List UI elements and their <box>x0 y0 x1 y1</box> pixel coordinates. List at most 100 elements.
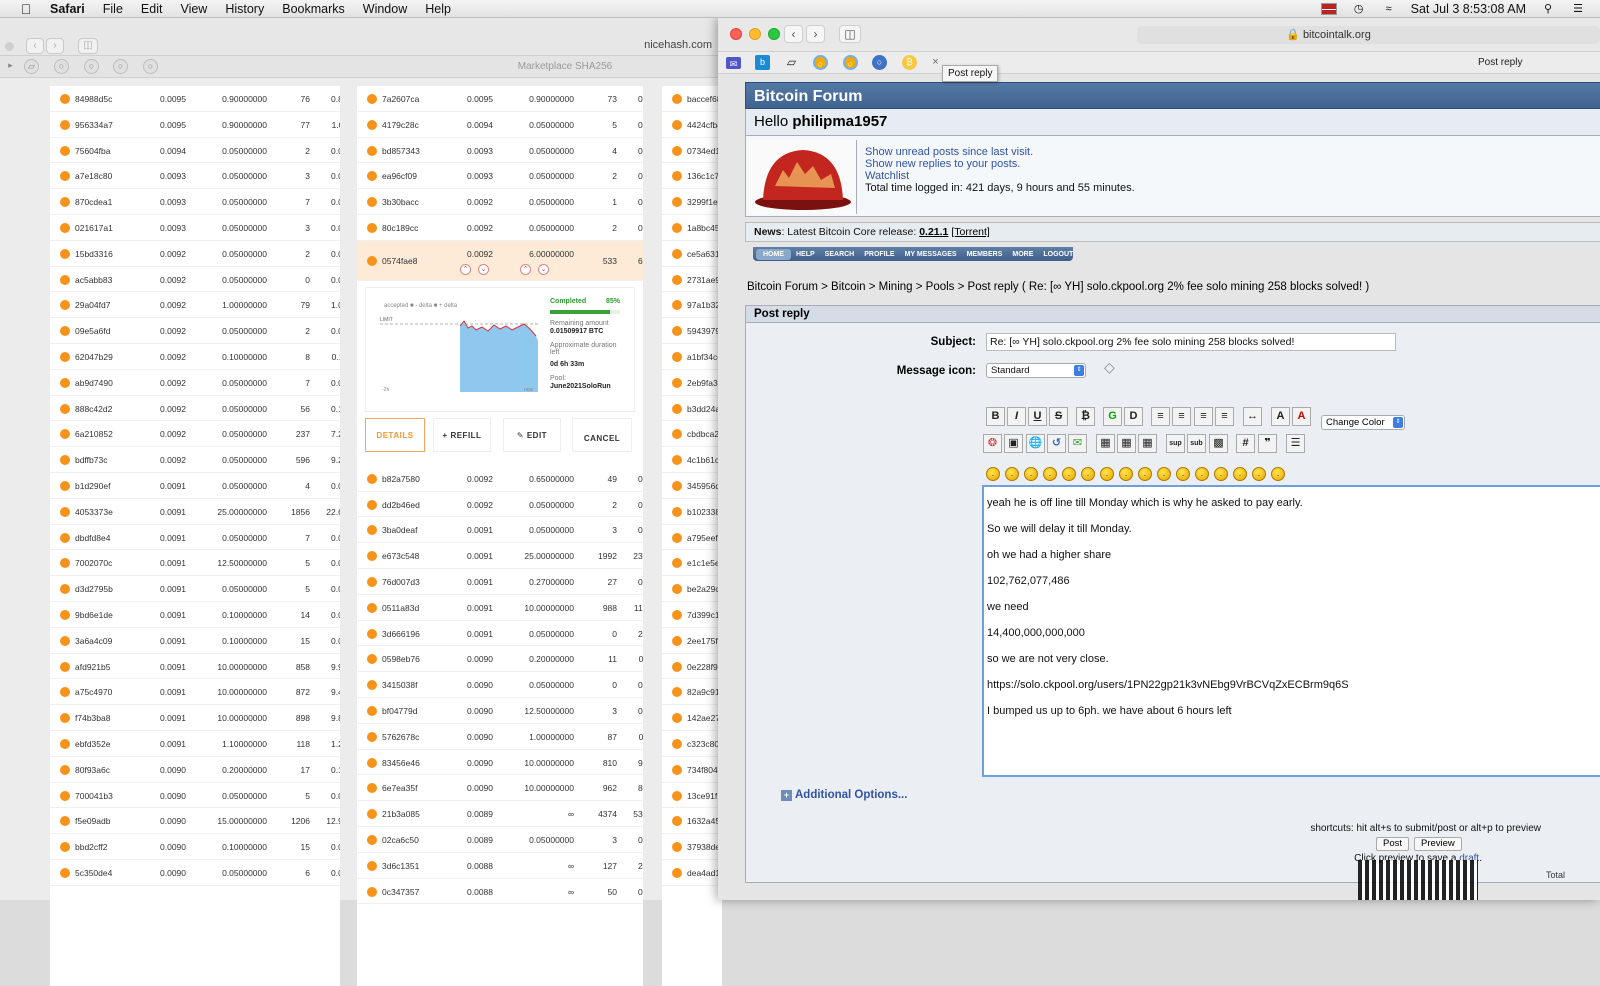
menu-app[interactable]: Safari <box>50 2 85 16</box>
order-row[interactable]: 142ae272 <box>662 705 722 731</box>
order-row[interactable]: 3415038f 0.0090 0.05000000 0 0.0215 <box>357 672 643 698</box>
nav-search[interactable]: SEARCH <box>820 251 860 258</box>
menu-view[interactable]: View <box>180 2 207 16</box>
mail-favorite-icon[interactable]: ✉ <box>726 57 741 69</box>
post-button[interactable]: Post <box>1376 837 1410 851</box>
order-row[interactable]: bd857343 0.0093 0.05000000 4 0.0206 <box>357 138 643 164</box>
code-icon[interactable]: # <box>1236 434 1255 453</box>
order-row[interactable]: cbdbca2b <box>662 421 722 448</box>
order-row[interactable]: 0598eb76 0.0090 0.20000000 11 0.1156 <box>357 646 643 673</box>
order-row[interactable]: 5c350de4 0.0090 0.05000000 6 0.0503 <box>50 860 340 886</box>
order-row[interactable]: ea96cf09 0.0093 0.05000000 2 0.0550 <box>357 163 643 190</box>
spotlight-search-icon[interactable]: ⚲ <box>1540 3 1556 15</box>
order-row[interactable]: 76d007d3 0.0091 0.27000000 27 0.1631 <box>357 569 643 595</box>
time-machine-icon[interactable]: ◷ <box>1351 3 1367 15</box>
font-color-icon[interactable]: A <box>1292 407 1311 426</box>
order-row[interactable]: 6a210852 0.0092 0.05000000 237 7.2621 <box>50 421 340 448</box>
lock-favorite-icon[interactable]: ▱ <box>784 55 799 70</box>
table-row-icon[interactable]: ▦ <box>1117 434 1136 453</box>
forward-button-inactive[interactable]: › <box>46 38 64 54</box>
nav-my-messages[interactable]: MY MESSAGES <box>900 251 962 258</box>
email-icon[interactable]: ✉ <box>1068 434 1087 453</box>
shadow-icon[interactable]: D <box>1124 407 1143 426</box>
favorite-icon[interactable]: ○ <box>113 59 128 74</box>
align-right-icon[interactable]: ≡ <box>1215 407 1234 426</box>
order-row[interactable]: b1023385 <box>662 499 722 525</box>
menu-file[interactable]: File <box>103 2 123 16</box>
back-button[interactable]: ‹ <box>784 25 803 43</box>
lock-icon[interactable]: ▱ <box>24 59 39 74</box>
order-row[interactable]: e1c1e5e6 <box>662 550 722 577</box>
show-unread-posts-link[interactable]: Show unread posts since last visit. <box>865 146 1033 158</box>
smiley-icon[interactable]: ․ <box>1119 467 1133 481</box>
order-row[interactable]: baccef68 <box>662 86 722 112</box>
inactive-window-dot[interactable] <box>5 42 14 51</box>
flag-icon[interactable] <box>1320 2 1337 15</box>
limit-up-icon[interactable]: ⌃ <box>520 263 531 275</box>
smiley-icon[interactable]: ․ <box>1100 467 1114 481</box>
order-row[interactable]: be2a29c7 <box>662 576 722 602</box>
ftp-icon[interactable]: ↺ <box>1047 434 1066 453</box>
wifi-icon[interactable]: ≈ <box>1381 3 1397 15</box>
align-center-icon[interactable]: ≡ <box>1194 407 1213 426</box>
bing-favorite-icon[interactable]: b <box>755 55 770 70</box>
message-icon-select[interactable]: Standard ⇕ <box>986 363 1086 378</box>
order-row[interactable]: ac5abb83 0.0092 0.05000000 0 0.0092 <box>50 267 340 293</box>
order-row[interactable]: a7e18c80 0.0093 0.05000000 3 0.0520 <box>50 163 340 190</box>
smiley-icon[interactable]: ․ <box>1157 467 1171 481</box>
zoom-window-button[interactable] <box>768 28 780 40</box>
order-row[interactable]: 700041b3 0.0090 0.05000000 5 0.0526 <box>50 783 340 809</box>
nav-logout[interactable]: LOGOUT <box>1038 251 1078 258</box>
order-row[interactable]: 84988d5c 0.0095 0.90000000 76 0.8922 <box>50 86 340 112</box>
menu-history[interactable]: History <box>225 2 264 16</box>
list-icon[interactable]: ☰ <box>1286 434 1305 453</box>
selected-order-row[interactable]: 0574fae8 0.0092 6.00000000 533 6.3376 ⌃ … <box>357 240 643 281</box>
order-row[interactable]: 97a1b32e <box>662 292 722 319</box>
order-row[interactable]: 3d6c1351 0.0088 ∞ 127 2.3220 <box>357 853 643 879</box>
order-row[interactable]: 80c189cc 0.0092 0.05000000 2 0.0492 <box>357 215 643 241</box>
nav-home[interactable]: HOME <box>756 248 791 260</box>
order-row[interactable]: b82a7580 0.0092 0.65000000 49 0.5791 <box>357 466 643 492</box>
order-row[interactable]: 3b30bacc 0.0092 0.05000000 1 0.0417 <box>357 189 643 215</box>
nicehash-favorite-icon[interactable]: ○ <box>843 55 858 70</box>
nav-members[interactable]: MEMBERS <box>962 251 1008 258</box>
smiley-icon[interactable]: ․ <box>1062 467 1076 481</box>
core-release-link[interactable]: 0.21.1 <box>919 226 948 238</box>
tab-title[interactable]: Post reply <box>1478 57 1522 68</box>
menu-window[interactable]: Window <box>363 2 407 16</box>
order-row[interactable]: d3d2795b 0.0091 0.05000000 5 0.0330 <box>50 576 340 602</box>
edit-button[interactable]: ✎ EDIT <box>503 417 561 452</box>
order-row[interactable]: 15bd3316 0.0092 0.05000000 2 0.0292 <box>50 241 340 267</box>
favorite-icon[interactable]: ○ <box>54 59 69 74</box>
subject-input[interactable]: Re: [∞ YH] solo.ckpool.org 2% fee solo m… <box>986 333 1396 351</box>
menu-edit[interactable]: Edit <box>141 2 163 16</box>
teletype-icon[interactable]: ▩ <box>1209 434 1228 453</box>
align-left-icon[interactable]: ≡ <box>1172 407 1191 426</box>
menu-bookmarks[interactable]: Bookmarks <box>282 2 345 16</box>
italic-icon[interactable]: I <box>1007 407 1026 426</box>
smiley-icon[interactable]: ․ <box>1195 467 1209 481</box>
close-window-button[interactable] <box>730 28 742 40</box>
order-row[interactable]: 62047b29 0.0092 0.10000000 8 0.1107 <box>50 344 340 370</box>
smiley-icon[interactable]: ․ <box>1252 467 1266 481</box>
menubar-clock[interactable]: Sat Jul 3 8:53:08 AM <box>1411 2 1526 16</box>
message-textarea[interactable]: yeah he is off line till Monday which is… <box>982 485 1600 777</box>
refill-button[interactable]: + REFILL <box>433 417 491 452</box>
order-row[interactable]: 888c42d2 0.0092 0.05000000 56 0.1752 <box>50 396 340 422</box>
order-row[interactable]: 870cdea1 0.0093 0.05000000 7 0.0458 <box>50 189 340 215</box>
forward-button[interactable]: › <box>806 25 825 43</box>
smiley-icon[interactable]: ․ <box>1005 467 1019 481</box>
nav-profile[interactable]: PROFILE <box>859 251 899 258</box>
order-row[interactable]: ab9d7490 0.0092 0.05000000 7 0.0396 <box>50 370 340 396</box>
nav-help[interactable]: HELP <box>791 251 820 258</box>
order-row[interactable]: 83456e46 0.0090 10.00000000 810 9.9919 <box>357 750 643 776</box>
additional-options-toggle[interactable]: + Additional Options... <box>781 789 907 801</box>
order-row[interactable]: 2731ae9a <box>662 267 722 293</box>
price-down-icon[interactable]: ⌄ <box>478 263 489 275</box>
order-row[interactable]: bf04779d 0.0090 12.50000000 3 0.0230 <box>357 698 643 724</box>
close-tab-icon[interactable]: × <box>928 55 943 70</box>
order-row[interactable]: 5762678c 0.0090 1.00000000 87 0.5911 <box>357 724 643 750</box>
smiley-icon[interactable]: ․ <box>1233 467 1247 481</box>
background-url[interactable]: nicehash.com <box>382 39 712 53</box>
hyperlink-icon[interactable]: 🌐 <box>1026 434 1045 453</box>
